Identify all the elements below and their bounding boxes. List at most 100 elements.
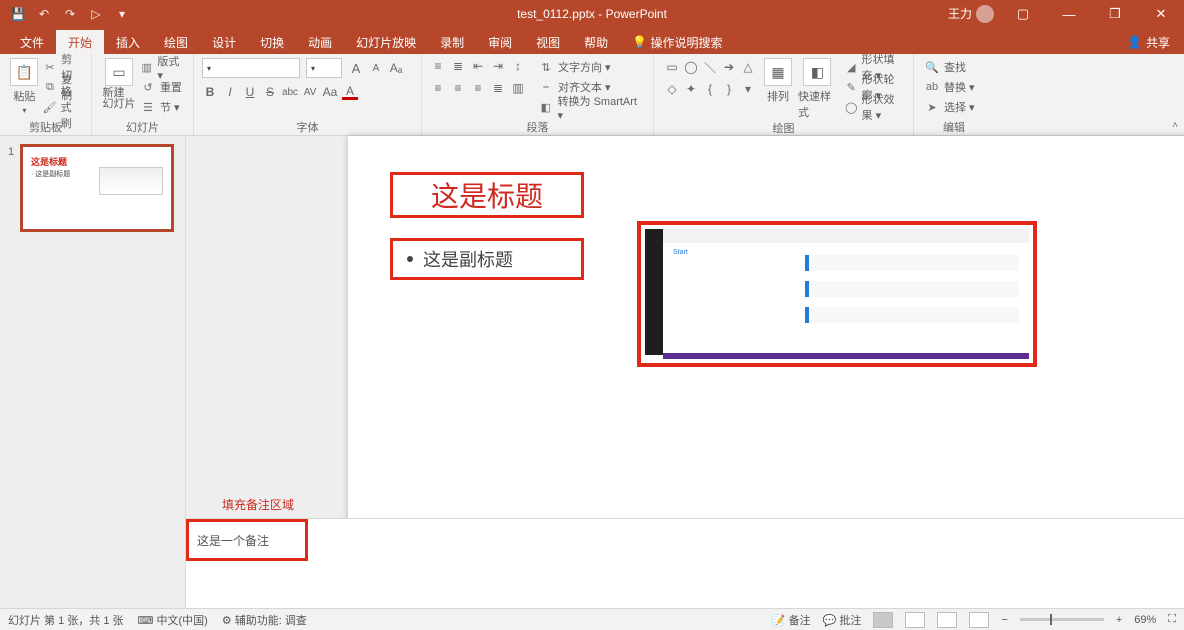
tab-view[interactable]: 视图 [524, 30, 572, 54]
close-icon[interactable]: ✕ [1144, 3, 1178, 25]
slideshow-icon[interactable]: ▷ [88, 6, 104, 22]
shape-circle-icon[interactable]: ◯ [683, 59, 699, 75]
shape-arrow-icon[interactable]: ➔ [721, 59, 737, 75]
workspace: 1 这是标题 · 这是副标题 填充母版的的两个段落区域，格式和母版一样 填充母版… [0, 136, 1184, 608]
justify-icon[interactable]: ≣ [490, 80, 506, 96]
arrange-button[interactable]: ▦ 排列 [764, 58, 792, 104]
section-icon: ☰ [140, 99, 156, 115]
shape-tri-icon[interactable]: △ [740, 59, 756, 75]
normal-view-icon[interactable] [873, 612, 893, 628]
group-drawing: ▭ ◯ ＼ ➔ △ ◇ ✦ { } ▾ ▦ 排列 ◧ [654, 54, 914, 135]
notes-text[interactable]: 这是一个备注 [186, 519, 308, 561]
tab-draw[interactable]: 绘图 [152, 30, 200, 54]
format-painter-button[interactable]: 🖌格式刷 [41, 98, 83, 116]
font-size-select[interactable]: ▾ [306, 58, 342, 78]
shadow-icon[interactable]: abc [282, 84, 298, 100]
replace-button[interactable]: ab替换 ▾ [922, 78, 977, 96]
undo-icon[interactable]: ↶ [36, 6, 52, 22]
select-button[interactable]: ➤选择 ▾ [922, 98, 977, 116]
restore-icon[interactable]: ❐ [1098, 3, 1132, 25]
tab-animations[interactable]: 动画 [296, 30, 344, 54]
shapes-gallery[interactable]: ▭ ◯ ＼ ➔ △ ◇ ✦ { } ▾ [662, 58, 758, 98]
tell-me[interactable]: 💡 操作说明搜索 [620, 30, 734, 54]
zoom-in-icon[interactable]: + [1116, 614, 1122, 626]
shape-effects-button[interactable]: ◯形状效果 ▾ [843, 98, 905, 116]
char-space-icon[interactable]: AV [302, 84, 318, 100]
language-button[interactable]: ⌨ 中文(中国) [138, 612, 208, 628]
align-right-icon[interactable]: ≡ [470, 80, 486, 96]
tab-design[interactable]: 设计 [200, 30, 248, 54]
zoom-out-icon[interactable]: − [1001, 614, 1007, 626]
tab-record[interactable]: 录制 [428, 30, 476, 54]
shape-callout-icon[interactable]: ✦ [683, 81, 699, 97]
status-bar: 幻灯片 第 1 张，共 1 张 ⌨ 中文(中国) ⚙ 辅助功能: 调查 📝 备注… [0, 608, 1184, 630]
qat-more-icon[interactable]: ▾ [114, 6, 130, 22]
find-button[interactable]: 🔍查找 [922, 58, 977, 76]
title-bar: 💾 ↶ ↷ ▷ ▾ test_0112.pptx - PowerPoint 王力… [0, 0, 1184, 28]
grow-font-icon[interactable]: A [348, 60, 364, 76]
inserted-image[interactable]: Start [637, 221, 1037, 367]
title-placeholder[interactable]: 这是标题 [390, 172, 584, 218]
align-center-icon[interactable]: ≡ [450, 80, 466, 96]
zoom-value[interactable]: 69% [1134, 614, 1156, 626]
bullets-icon[interactable]: ≡ [430, 58, 446, 74]
layout-button[interactable]: ▥版式 ▾ [138, 58, 185, 76]
shape-line-icon[interactable]: ＼ [702, 59, 718, 75]
redo-icon[interactable]: ↷ [62, 6, 78, 22]
columns-icon[interactable]: ▥ [510, 80, 526, 96]
italic-icon[interactable]: I [222, 84, 238, 100]
strike-icon[interactable]: S [262, 84, 278, 100]
notes-pane[interactable]: 这是一个备注 [186, 518, 1184, 608]
shape-brace-icon[interactable]: { [702, 81, 718, 97]
align-left-icon[interactable]: ≡ [430, 80, 446, 96]
zoom-slider[interactable] [1020, 618, 1104, 621]
inc-indent-icon[interactable]: ⇥ [490, 58, 506, 74]
tab-file[interactable]: 文件 [8, 30, 56, 54]
save-icon[interactable]: 💾 [10, 6, 26, 22]
font-family-select[interactable]: ▾ [202, 58, 300, 78]
bold-icon[interactable]: B [202, 84, 218, 100]
shape-rect-icon[interactable]: ▭ [664, 59, 680, 75]
tab-slideshow[interactable]: 幻灯片放映 [344, 30, 428, 54]
new-slide-button[interactable]: ▭ 新建 幻灯片 [100, 58, 138, 110]
shapes-more-icon[interactable]: ▾ [740, 81, 756, 97]
thumb-slide-1[interactable]: 这是标题 · 这是副标题 [22, 146, 172, 230]
tab-help[interactable]: 帮助 [572, 30, 620, 54]
tab-transitions[interactable]: 切换 [248, 30, 296, 54]
slide-editor[interactable]: 填充母版的的两个段落区域，格式和母版一样 填充母版的的两个段落区域，格式和母版一… [186, 136, 1184, 608]
shrink-font-icon[interactable]: A [368, 60, 384, 76]
share-button[interactable]: 👤共享 [1127, 30, 1184, 54]
ribbon-options-icon[interactable]: ▢ [1006, 3, 1040, 25]
sorter-view-icon[interactable] [905, 612, 925, 628]
user-name[interactable]: 王力 [948, 5, 994, 24]
quick-styles-button[interactable]: ◧ 快速样式 [798, 58, 837, 120]
shape-diamond-icon[interactable]: ◇ [664, 81, 680, 97]
font-color-icon[interactable]: A [342, 84, 358, 100]
change-case-icon[interactable]: Aa [322, 84, 338, 100]
tab-review[interactable]: 审阅 [476, 30, 524, 54]
reading-view-icon[interactable] [937, 612, 957, 628]
linespacing-icon[interactable]: ↕ [510, 58, 526, 74]
subtitle-placeholder[interactable]: 这是副标题 [390, 238, 584, 280]
smartart-button[interactable]: ◧转换为 SmartArt ▾ [536, 98, 645, 116]
reset-button[interactable]: ↺重置 [138, 78, 185, 96]
notes-button[interactable]: 📝 备注 [772, 612, 811, 628]
minimize-icon[interactable]: — [1052, 3, 1086, 25]
underline-icon[interactable]: U [242, 84, 258, 100]
section-button[interactable]: ☰节 ▾ [138, 98, 185, 116]
valign-icon: ⎯ [538, 79, 554, 95]
numbering-icon[interactable]: ≣ [450, 58, 466, 74]
group-clipboard: 📋 粘贴▾ ✂剪切 ⧉复制 🖌格式刷 剪贴板 [0, 54, 92, 135]
dec-indent-icon[interactable]: ⇤ [470, 58, 486, 74]
shape-brace2-icon[interactable]: } [721, 81, 737, 97]
collapse-ribbon-icon[interactable]: ˄ [1172, 120, 1178, 131]
paste-button[interactable]: 📋 粘贴▾ [8, 58, 41, 115]
tab-insert[interactable]: 插入 [104, 30, 152, 54]
fit-window-icon[interactable]: ⛶ [1168, 613, 1176, 626]
accessibility-button[interactable]: ⚙ 辅助功能: 调查 [222, 612, 307, 628]
clear-format-icon[interactable]: Aₐ [388, 60, 404, 76]
comments-button[interactable]: 💬 批注 [823, 612, 862, 628]
text-direction-button[interactable]: ⇅文字方向 ▾ [536, 58, 645, 76]
outline-icon: ✎ [845, 79, 858, 95]
slideshow-view-icon[interactable] [969, 612, 989, 628]
